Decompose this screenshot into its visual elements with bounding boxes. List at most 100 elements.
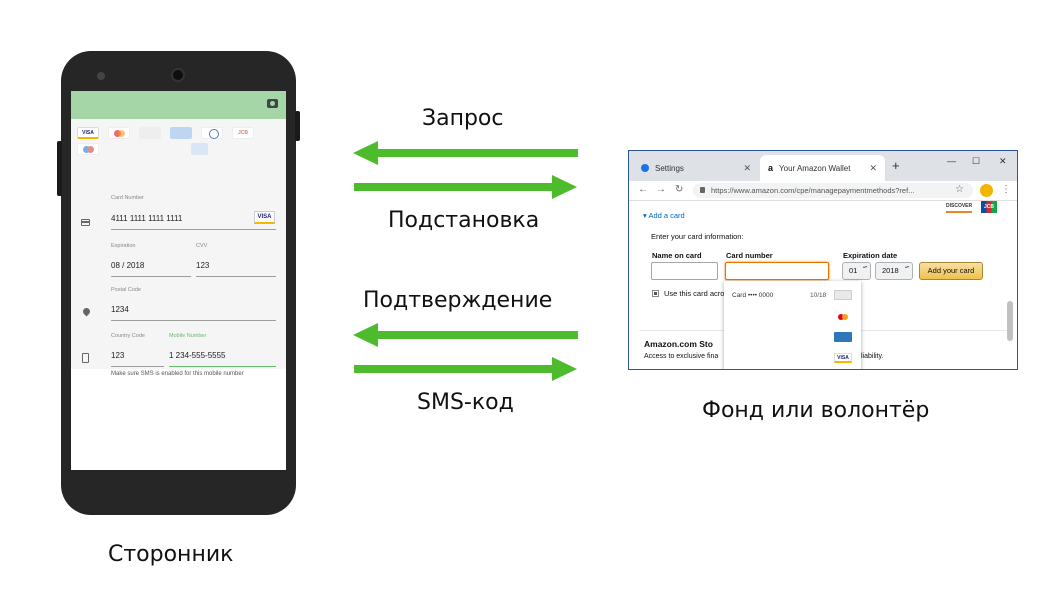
expiration-label: Expiration [111,243,136,249]
mobile-phone-icon [82,353,89,363]
mobile-number-underline [169,366,276,367]
arrow-substitution [354,175,577,199]
visa-icon: VISA [834,353,852,363]
label-fund: Фонд или волонтёр [702,398,930,423]
month-select[interactable]: 01 [842,262,871,280]
camera-icon[interactable] [267,99,278,108]
arrow-sms-code [354,357,577,381]
close-tab-icon[interactable]: ✕ [869,163,877,174]
phone-screen: VISA JCB Card Number 4111 1111 1111 1111… [71,91,286,470]
label-sms-code: SMS-код [417,390,514,415]
cvv-underline [196,276,276,277]
page-content: ▾ Add a card DISCOVER JCB Enter your car… [629,201,1017,369]
front-camera [171,68,185,82]
back-icon[interactable]: ← [638,184,648,195]
minimize-icon[interactable]: — [947,156,956,166]
address-bar[interactable]: https://www.amazon.com/cpe/managepayment… [693,183,973,198]
discover-icon [139,127,161,139]
maestro-icon [77,143,99,155]
arrow-confirmation [353,323,578,347]
volume-button [57,141,62,196]
postal-field[interactable]: 1234 [111,305,129,314]
bookmark-star-icon[interactable]: ☆ [955,184,964,195]
autofill-dropdown: Card •••• 0000 10/18 VISA [724,281,861,369]
label-request: Запрос [422,106,504,131]
amex-icon [170,127,192,139]
browser-toolbar: ← → ↻ https://www.amazon.com/cpe/managep… [629,181,1017,201]
generic-card-icon [834,290,852,300]
store-card-description: Access to exclusive fina [644,353,719,360]
label-confirmation: Подтверждение [363,288,553,313]
name-on-card-input[interactable] [651,262,718,280]
country-code-field[interactable]: 123 [111,351,124,360]
postal-label: Postal Code [111,287,141,293]
expiration-field[interactable]: 08 / 2018 [111,261,144,270]
card-brand-row: VISA JCB [77,127,282,155]
mobile-number-label: Mobile Number [169,333,207,339]
app-bar [71,91,286,119]
use-card-checkbox[interactable] [652,290,659,297]
amazon-favicon-icon: a [768,163,774,173]
menu-icon[interactable]: ⋮ [1001,184,1011,195]
add-card-link[interactable]: ▾ Add a card [643,211,685,220]
expiration-header: Expiration date [843,251,898,260]
card-number-underline [111,229,276,230]
gear-icon [641,164,649,172]
country-code-label: Country Code [111,333,145,339]
jcb-logo-icon: JCB [981,201,997,213]
phone-device: VISA JCB Card Number 4111 1111 1111 1111… [57,51,300,515]
tab-wallet-label: Your Amazon Wallet [779,163,851,173]
url-text: https://www.amazon.com/cpe/managepayment… [711,186,915,195]
power-button [295,111,300,141]
location-pin-icon [81,306,92,317]
lock-icon [700,187,705,193]
store-card-description-end: liability. [861,353,884,360]
scrollbar[interactable] [1007,301,1013,341]
sms-hint: Make sure SMS is enabled for this mobile… [111,371,244,377]
card-number-input[interactable] [725,262,829,280]
cvv-field[interactable]: 123 [196,261,209,270]
arrow-request [353,141,578,165]
new-tab-icon[interactable]: + [892,158,900,173]
close-tab-icon[interactable]: ✕ [743,163,751,174]
autofill-card-expiry: 10/18 [810,292,827,299]
name-on-card-header: Name on card [652,251,702,260]
tab-bar: Settings ✕ a Your Amazon Wallet ✕ + — ☐ … [629,151,1017,181]
reload-icon[interactable]: ↻ [675,184,683,195]
jcb-icon: JCB [232,127,254,139]
year-select[interactable]: 2018 [875,262,913,280]
postal-underline [111,320,276,321]
card-number-field[interactable]: 4111 1111 1111 1111 [111,214,182,223]
forward-icon[interactable]: → [656,184,666,195]
tab-settings-label: Settings [655,163,684,173]
add-card-label: Add a card [648,211,685,220]
expiration-underline [111,276,191,277]
visa-badge-icon: VISA [254,211,275,224]
card-number-header: Card number [726,251,773,260]
add-your-card-button[interactable]: Add your card [919,262,983,280]
payment-form: VISA JCB Card Number 4111 1111 1111 1111… [71,119,286,369]
tab-settings[interactable]: Settings ✕ [633,155,759,181]
discover-logo-icon: DISCOVER [946,203,972,213]
maximize-icon[interactable]: ☐ [972,156,980,167]
country-code-underline [111,366,164,367]
card-number-label: Card Number [111,195,145,201]
store-card-title: Amazon.com Sto [644,339,713,349]
mastercard-icon [108,127,130,139]
profile-emoji-icon[interactable] [980,184,993,197]
mastercard-icon [834,312,852,322]
label-substitution: Подстановка [388,208,540,233]
label-third-party: Сторонник [108,542,234,567]
unionpay-icon [191,143,208,155]
visa-icon: VISA [77,127,99,139]
use-card-label: Use this card acro [664,289,725,298]
autofill-card-option[interactable]: Card •••• 0000 [732,292,773,299]
close-window-icon[interactable]: ✕ [999,156,1007,167]
amex-icon [834,332,852,342]
diners-icon [201,127,223,139]
enter-info-text: Enter your card information: [651,232,744,241]
speaker [97,72,105,80]
credit-card-icon [81,219,90,226]
tab-amazon-wallet[interactable]: a Your Amazon Wallet ✕ [760,155,885,181]
mobile-number-field[interactable]: 1 234-555-5555 [169,351,226,360]
